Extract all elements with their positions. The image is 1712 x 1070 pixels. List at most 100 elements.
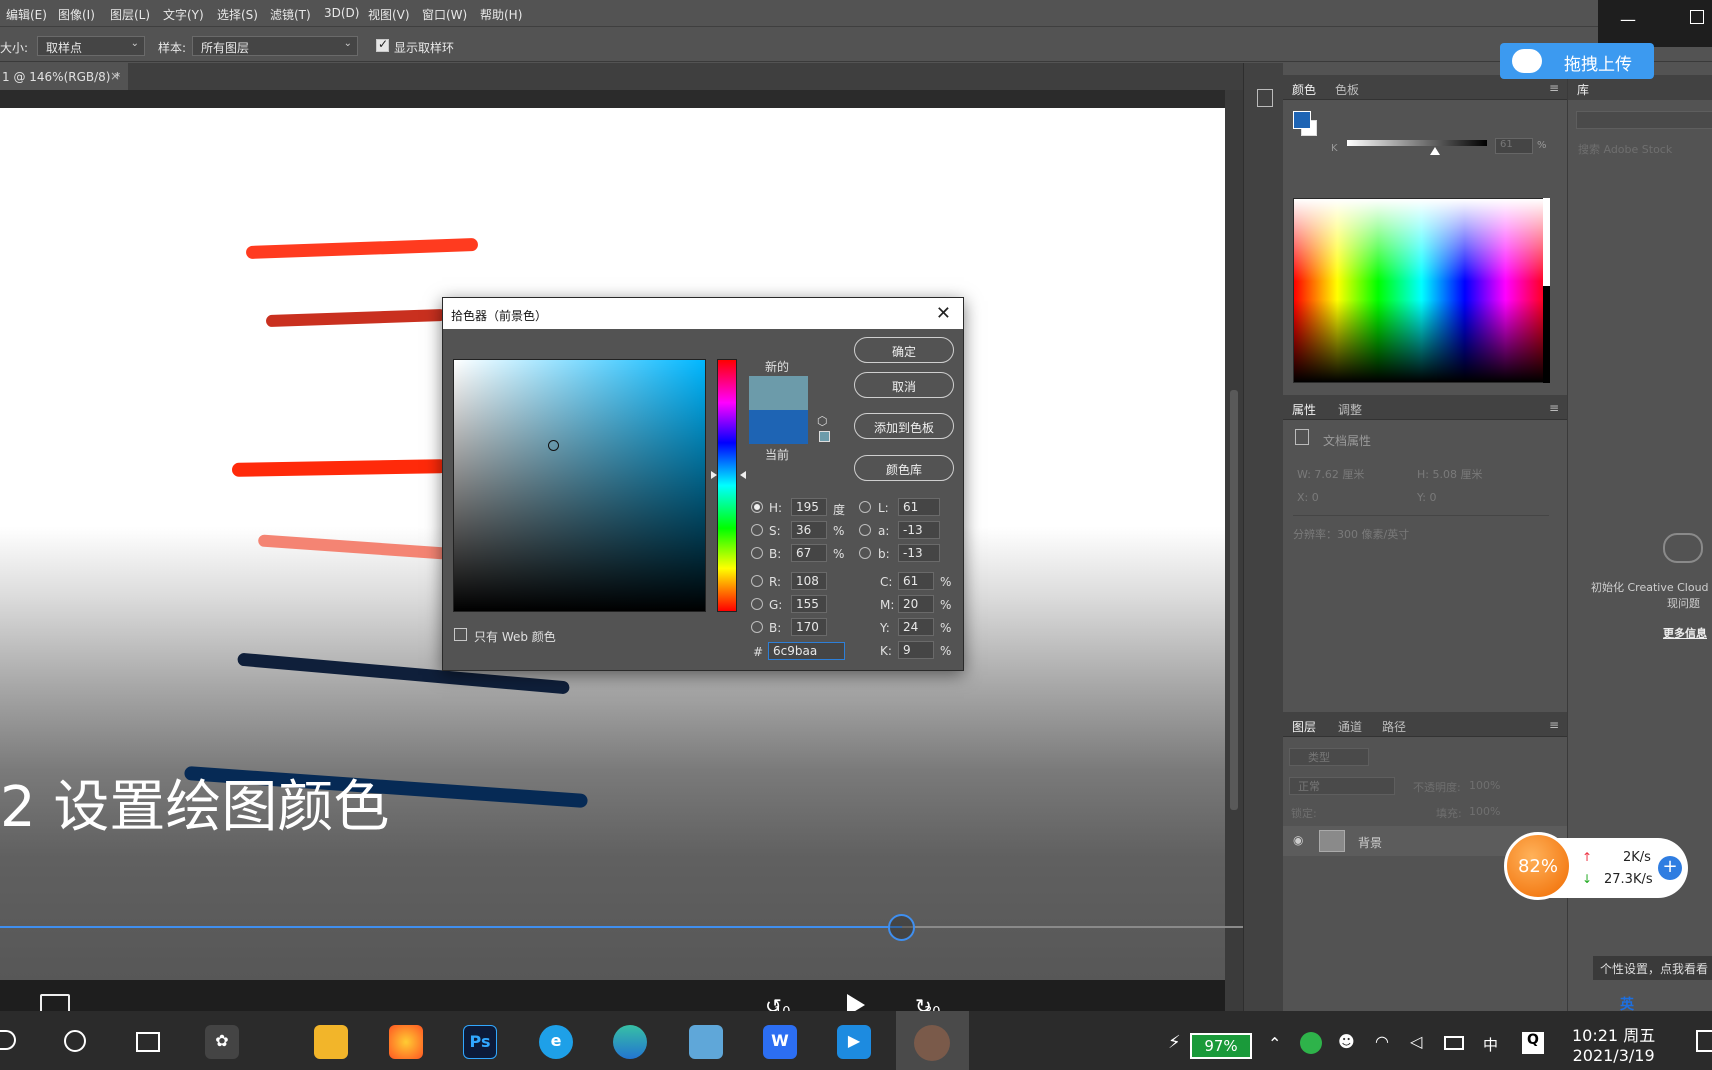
web-only-checkbox[interactable] — [454, 628, 467, 641]
layer-filter-select[interactable]: 类型 — [1289, 748, 1369, 766]
minimize-icon[interactable]: — — [1620, 10, 1636, 29]
add-to-swatches-button[interactable]: 添加到色板 — [854, 413, 954, 439]
tab-channels[interactable]: 通道 — [1338, 718, 1362, 735]
chevron-up-icon[interactable]: ⌃ — [1268, 1034, 1281, 1053]
tab-adjustments[interactable]: 调整 — [1338, 401, 1362, 418]
library-select[interactable] — [1576, 111, 1712, 129]
opacity-value[interactable]: 100% — [1469, 779, 1500, 792]
close-icon[interactable]: ✕ — [936, 303, 951, 324]
document-tab[interactable]: 1 @ 146%(RGB/8) * × — [0, 63, 128, 90]
menu-select[interactable]: 选择(S) — [217, 6, 258, 23]
menu-type[interactable]: 文字(Y) — [163, 6, 204, 23]
gamut-swatch[interactable] — [819, 431, 830, 442]
hex-field[interactable]: 6c9baa — [768, 642, 845, 660]
hue-slider[interactable] — [717, 359, 737, 612]
active-app-highlight[interactable] — [896, 1011, 969, 1070]
video-seek-progress[interactable] — [0, 926, 902, 928]
saturation-brightness-field[interactable] — [453, 359, 706, 612]
black-field[interactable]: 9 — [898, 641, 934, 659]
blue-field[interactable]: 170 — [791, 618, 827, 636]
k-slider-handle[interactable] — [1430, 147, 1440, 155]
radio-b[interactable] — [859, 547, 871, 559]
plus-icon[interactable]: + — [1658, 856, 1682, 880]
menu-3d[interactable]: 3D(D) — [324, 6, 359, 20]
menu-layer[interactable]: 图层(L) — [110, 6, 150, 23]
firefox-icon[interactable] — [389, 1025, 423, 1059]
spectrum-white-swatch[interactable] — [1543, 198, 1550, 286]
a-field[interactable]: -13 — [898, 521, 940, 539]
tab-libraries[interactable]: 库 — [1577, 81, 1589, 98]
menu-window[interactable]: 窗口(W) — [422, 6, 467, 23]
vertical-scrollbar[interactable] — [1225, 90, 1243, 1011]
memory-usage-badge[interactable]: 82% — [1504, 832, 1572, 900]
stock-search-input[interactable]: 搜索 Adobe Stock — [1578, 141, 1672, 157]
sample-select[interactable]: 所有图层 ⌄ — [192, 36, 358, 56]
hue-field[interactable]: 195 — [791, 498, 827, 516]
eye-icon[interactable]: ◉ — [1293, 833, 1303, 847]
foreground-color-swatch[interactable] — [1293, 111, 1311, 129]
k-value-field[interactable]: 61 — [1495, 138, 1533, 154]
radio-green[interactable] — [751, 598, 763, 610]
tab-properties[interactable]: 属性 — [1292, 401, 1316, 418]
show-ring-checkbox[interactable] — [376, 37, 389, 52]
close-icon[interactable]: × — [110, 69, 120, 83]
yellow-field[interactable]: 24 — [898, 618, 934, 636]
menu-filter[interactable]: 滤镜(T) — [270, 6, 311, 23]
blend-mode-select[interactable]: 正常 — [1289, 777, 1395, 795]
tab-color[interactable]: 颜色 — [1292, 81, 1316, 98]
color-library-button[interactable]: 颜色库 — [854, 455, 954, 481]
input-method-icon[interactable]: Q — [1522, 1032, 1544, 1054]
qq-icon[interactable]: ☻ — [1338, 1032, 1355, 1051]
radio-red[interactable] — [751, 575, 763, 587]
panel-menu-icon[interactable]: ≡ — [1549, 81, 1559, 95]
menu-help[interactable]: 帮助(H) — [480, 6, 522, 23]
lightness-field[interactable]: 61 — [898, 498, 940, 516]
system-clock[interactable]: 10:21 周五 2021/3/19 — [1572, 1026, 1655, 1066]
menu-view[interactable]: 视图(V) — [368, 6, 410, 23]
red-field[interactable]: 108 — [791, 572, 827, 590]
green-field[interactable]: 155 — [791, 595, 827, 613]
color-marker[interactable] — [548, 440, 559, 451]
browser-e-icon[interactable]: e — [539, 1025, 573, 1059]
magenta-field[interactable]: 20 — [898, 595, 934, 613]
panel-menu-icon[interactable]: ≡ — [1549, 718, 1559, 732]
volume-icon[interactable]: ◁ — [1410, 1032, 1422, 1051]
radio-blue[interactable] — [751, 621, 763, 633]
hue-slider-left-arrow[interactable] — [711, 471, 717, 479]
ime-english-indicator[interactable]: 英 — [1620, 994, 1634, 1014]
edge-icon[interactable] — [613, 1025, 647, 1059]
current-color-swatch[interactable] — [749, 410, 808, 444]
battery-indicator[interactable]: 97% — [1190, 1033, 1252, 1059]
security-icon[interactable] — [1300, 1032, 1322, 1054]
out-of-gamut-icon[interactable]: ⬡ — [817, 414, 827, 428]
ok-button[interactable]: 确定 — [854, 337, 954, 363]
drag-upload-button[interactable]: 拖拽上传 — [1500, 43, 1654, 79]
cancel-button[interactable]: 取消 — [854, 372, 954, 398]
tab-paths[interactable]: 路径 — [1382, 718, 1406, 735]
radio-brightness[interactable] — [751, 547, 763, 559]
notes-app-icon[interactable] — [689, 1025, 723, 1059]
more-info-link[interactable]: 更多信息 — [1663, 625, 1707, 641]
b-field[interactable]: -13 — [898, 544, 940, 562]
radio-saturation[interactable] — [751, 524, 763, 536]
scrollbar-thumb[interactable] — [1230, 390, 1238, 810]
color-spectrum[interactable] — [1293, 198, 1550, 383]
menu-edit[interactable]: 编辑(E) — [6, 6, 47, 23]
saturation-field[interactable]: 36 — [791, 521, 827, 539]
hue-slider-right-arrow[interactable] — [740, 471, 746, 479]
tab-swatches[interactable]: 色板 — [1335, 81, 1359, 98]
fill-value[interactable]: 100% — [1469, 805, 1500, 818]
cortana-icon[interactable] — [64, 1030, 86, 1052]
pinwheel-app-icon[interactable]: ✿ — [205, 1025, 239, 1059]
history-panel-icon[interactable] — [1257, 89, 1273, 107]
notification-icon[interactable] — [1696, 1030, 1712, 1052]
radio-a[interactable] — [859, 524, 871, 536]
tab-layers[interactable]: 图层 — [1292, 718, 1316, 735]
brightness-field[interactable]: 67 — [791, 544, 827, 562]
panel-menu-icon[interactable]: ≡ — [1549, 401, 1559, 415]
menu-image[interactable]: 图像(I) — [58, 6, 95, 23]
task-view-icon[interactable] — [136, 1032, 160, 1052]
file-explorer-icon[interactable] — [314, 1025, 348, 1059]
cyan-field[interactable]: 61 — [898, 572, 934, 590]
battery-icon[interactable] — [1444, 1036, 1464, 1050]
